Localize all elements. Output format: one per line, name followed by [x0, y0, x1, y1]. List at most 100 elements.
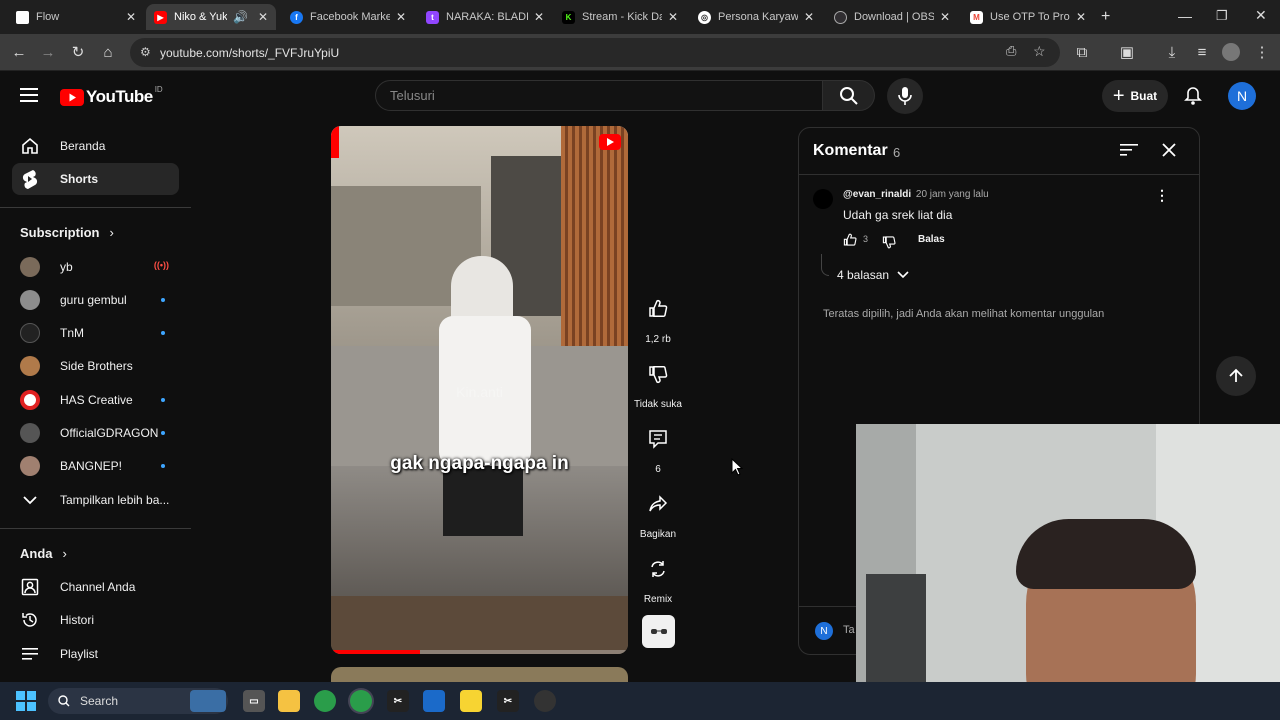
- minimize-icon[interactable]: —: [1178, 8, 1192, 24]
- chrome-active-icon[interactable]: [350, 690, 372, 712]
- remix-button[interactable]: Remix: [634, 551, 682, 605]
- comment-like-icon[interactable]: [843, 233, 857, 247]
- sidebar-item-side-brothers[interactable]: Side Brothers: [12, 350, 179, 382]
- sticky-notes-icon[interactable]: [460, 690, 482, 712]
- close-tab-icon[interactable]: ✕: [1076, 10, 1086, 24]
- file-explorer-icon[interactable]: [278, 690, 300, 712]
- obs-icon[interactable]: [534, 690, 556, 712]
- windows-start-icon[interactable]: [16, 691, 36, 711]
- video-progress-bar[interactable]: [331, 650, 628, 654]
- commenter-avatar[interactable]: [813, 189, 833, 209]
- add-comment-input[interactable]: Ta: [843, 624, 855, 636]
- you-section-title[interactable]: Anda ›: [20, 546, 67, 561]
- install-app-icon[interactable]: ⎙: [1006, 43, 1016, 59]
- sound-thumbnail[interactable]: [642, 615, 675, 648]
- home-icon[interactable]: ⌂: [98, 42, 118, 62]
- browser-menu-icon[interactable]: ⋮: [1252, 42, 1272, 62]
- like-count: 1,2 rb: [645, 334, 671, 345]
- sidebar-item-bangnep[interactable]: BANGNEP!: [12, 450, 179, 482]
- scroll-up-button[interactable]: [1216, 356, 1256, 396]
- sidebar-item-tnm[interactable]: TnM: [12, 317, 179, 349]
- hamburger-menu-icon[interactable]: [20, 87, 40, 103]
- close-tab-icon[interactable]: ✕: [668, 10, 678, 24]
- account-avatar[interactable]: N: [1228, 82, 1256, 110]
- channel-avatar: [20, 290, 40, 310]
- view-replies-button[interactable]: 4 balasan: [837, 268, 909, 282]
- comment-menu-icon[interactable]: ⋮: [1155, 187, 1169, 204]
- home-icon: [20, 136, 40, 156]
- sidebar-item-guru-gembul[interactable]: guru gembul: [12, 284, 179, 316]
- sidebar-item-officialgdragon[interactable]: OfficialGDRAGON: [12, 417, 179, 449]
- share-button[interactable]: Bagikan: [634, 486, 682, 540]
- new-tab-icon[interactable]: +: [1101, 8, 1110, 26]
- like-button[interactable]: 1,2 rb: [634, 291, 682, 345]
- extensions-icon[interactable]: ⧉: [1072, 42, 1092, 62]
- comments-header: Komentar 6: [799, 128, 1199, 175]
- short-video-player[interactable]: gak ngapa-ngapa in Kin.anti: [331, 126, 628, 654]
- tab-kick[interactable]: K Stream - Kick Da ✕: [554, 4, 686, 30]
- close-tab-icon[interactable]: ✕: [396, 10, 406, 24]
- search-highlight-icon[interactable]: [190, 690, 226, 712]
- subscription-section-title[interactable]: Subscription ›: [20, 225, 114, 240]
- show-more-button[interactable]: Tampilkan lebih ba...: [12, 484, 179, 516]
- tab-search-icon[interactable]: ▣: [1117, 42, 1137, 62]
- tab-obs[interactable]: Download | OBS ✕: [826, 4, 958, 30]
- speaker-icon[interactable]: 🔊: [233, 10, 248, 24]
- comments-button[interactable]: 6: [634, 421, 682, 475]
- reply-button[interactable]: Balas: [918, 234, 945, 245]
- media-control-icon[interactable]: ≡: [1192, 42, 1212, 62]
- comment-dislike-icon[interactable]: [882, 235, 896, 249]
- chrome-icon[interactable]: [314, 690, 336, 712]
- create-label: Buat: [1130, 89, 1158, 103]
- tab-facebook[interactable]: f Facebook Marke ✕: [282, 4, 414, 30]
- download-icon[interactable]: ⤓: [1162, 42, 1182, 62]
- close-comments-icon[interactable]: [1161, 142, 1177, 158]
- tab-niko-yuka[interactable]: ▶ Niko & Yuka 🔊 ✕: [146, 4, 276, 30]
- sidebar-item-channel-anda[interactable]: Channel Anda: [12, 571, 179, 603]
- maximize-icon[interactable]: ❐: [1216, 8, 1228, 24]
- search-icon: [58, 695, 70, 707]
- capcut-second-icon[interactable]: ✂: [497, 690, 519, 712]
- sort-comments-icon[interactable]: [1120, 143, 1138, 157]
- tab-gmail[interactable]: M Use OTP To Proc ✕: [962, 4, 1094, 30]
- close-tab-icon[interactable]: ✕: [940, 10, 950, 24]
- close-tab-icon[interactable]: ✕: [534, 10, 544, 24]
- sidebar-item-yb[interactable]: yb ((•)): [12, 251, 179, 283]
- sidebar-item-shorts[interactable]: Shorts: [12, 163, 179, 195]
- notifications-bell-icon[interactable]: [1183, 86, 1203, 106]
- close-window-icon[interactable]: ✕: [1255, 7, 1267, 24]
- search-button[interactable]: [823, 80, 875, 111]
- close-tab-icon[interactable]: ✕: [126, 10, 136, 24]
- voice-search-button[interactable]: [887, 78, 923, 114]
- sidebar-item-has-creative[interactable]: HAS Creative: [12, 384, 179, 416]
- close-tab-icon[interactable]: ✕: [804, 10, 814, 24]
- create-button[interactable]: + Buat: [1102, 80, 1168, 112]
- tab-persona[interactable]: ◎ Persona Karyawa ✕: [690, 4, 822, 30]
- profile-avatar[interactable]: [1222, 43, 1240, 61]
- shorts-icon: [20, 169, 40, 189]
- close-tab-icon[interactable]: ✕: [258, 10, 268, 24]
- address-bar[interactable]: ⚙ youtube.com/shorts/_FVFJruYpiU ⎙ ☆: [130, 38, 1060, 67]
- comment-author[interactable]: @evan_rinaldi: [843, 189, 911, 200]
- site-info-icon[interactable]: ⚙: [140, 45, 151, 59]
- section-title: Anda: [20, 546, 53, 561]
- capcut-icon[interactable]: ✂: [387, 690, 409, 712]
- comment-icon: [649, 430, 667, 449]
- search-placeholder: Telusuri: [390, 88, 435, 103]
- back-icon[interactable]: ←: [9, 42, 29, 62]
- dislike-button[interactable]: Tidak suka: [634, 356, 682, 410]
- forward-icon[interactable]: →: [38, 42, 58, 62]
- history-icon: [20, 610, 40, 630]
- sidebar-item-playlist[interactable]: Playlist: [12, 638, 179, 670]
- vpn-app-icon[interactable]: [423, 690, 445, 712]
- comment-time[interactable]: 20 jam yang lalu: [916, 189, 989, 200]
- bookmark-star-icon[interactable]: ☆: [1033, 43, 1046, 60]
- sidebar-item-beranda[interactable]: Beranda: [12, 130, 179, 162]
- tab-flow[interactable]: Flow ✕: [8, 4, 144, 30]
- tab-naraka[interactable]: t NARAKA: BLADEF ✕: [418, 4, 552, 30]
- sidebar-item-histori[interactable]: Histori: [12, 604, 179, 636]
- task-view-icon[interactable]: ▭: [243, 690, 265, 712]
- youtube-logo[interactable]: YouTube ID: [60, 85, 163, 107]
- reload-icon[interactable]: ↻: [68, 42, 88, 62]
- search-input[interactable]: Telusuri: [375, 80, 823, 111]
